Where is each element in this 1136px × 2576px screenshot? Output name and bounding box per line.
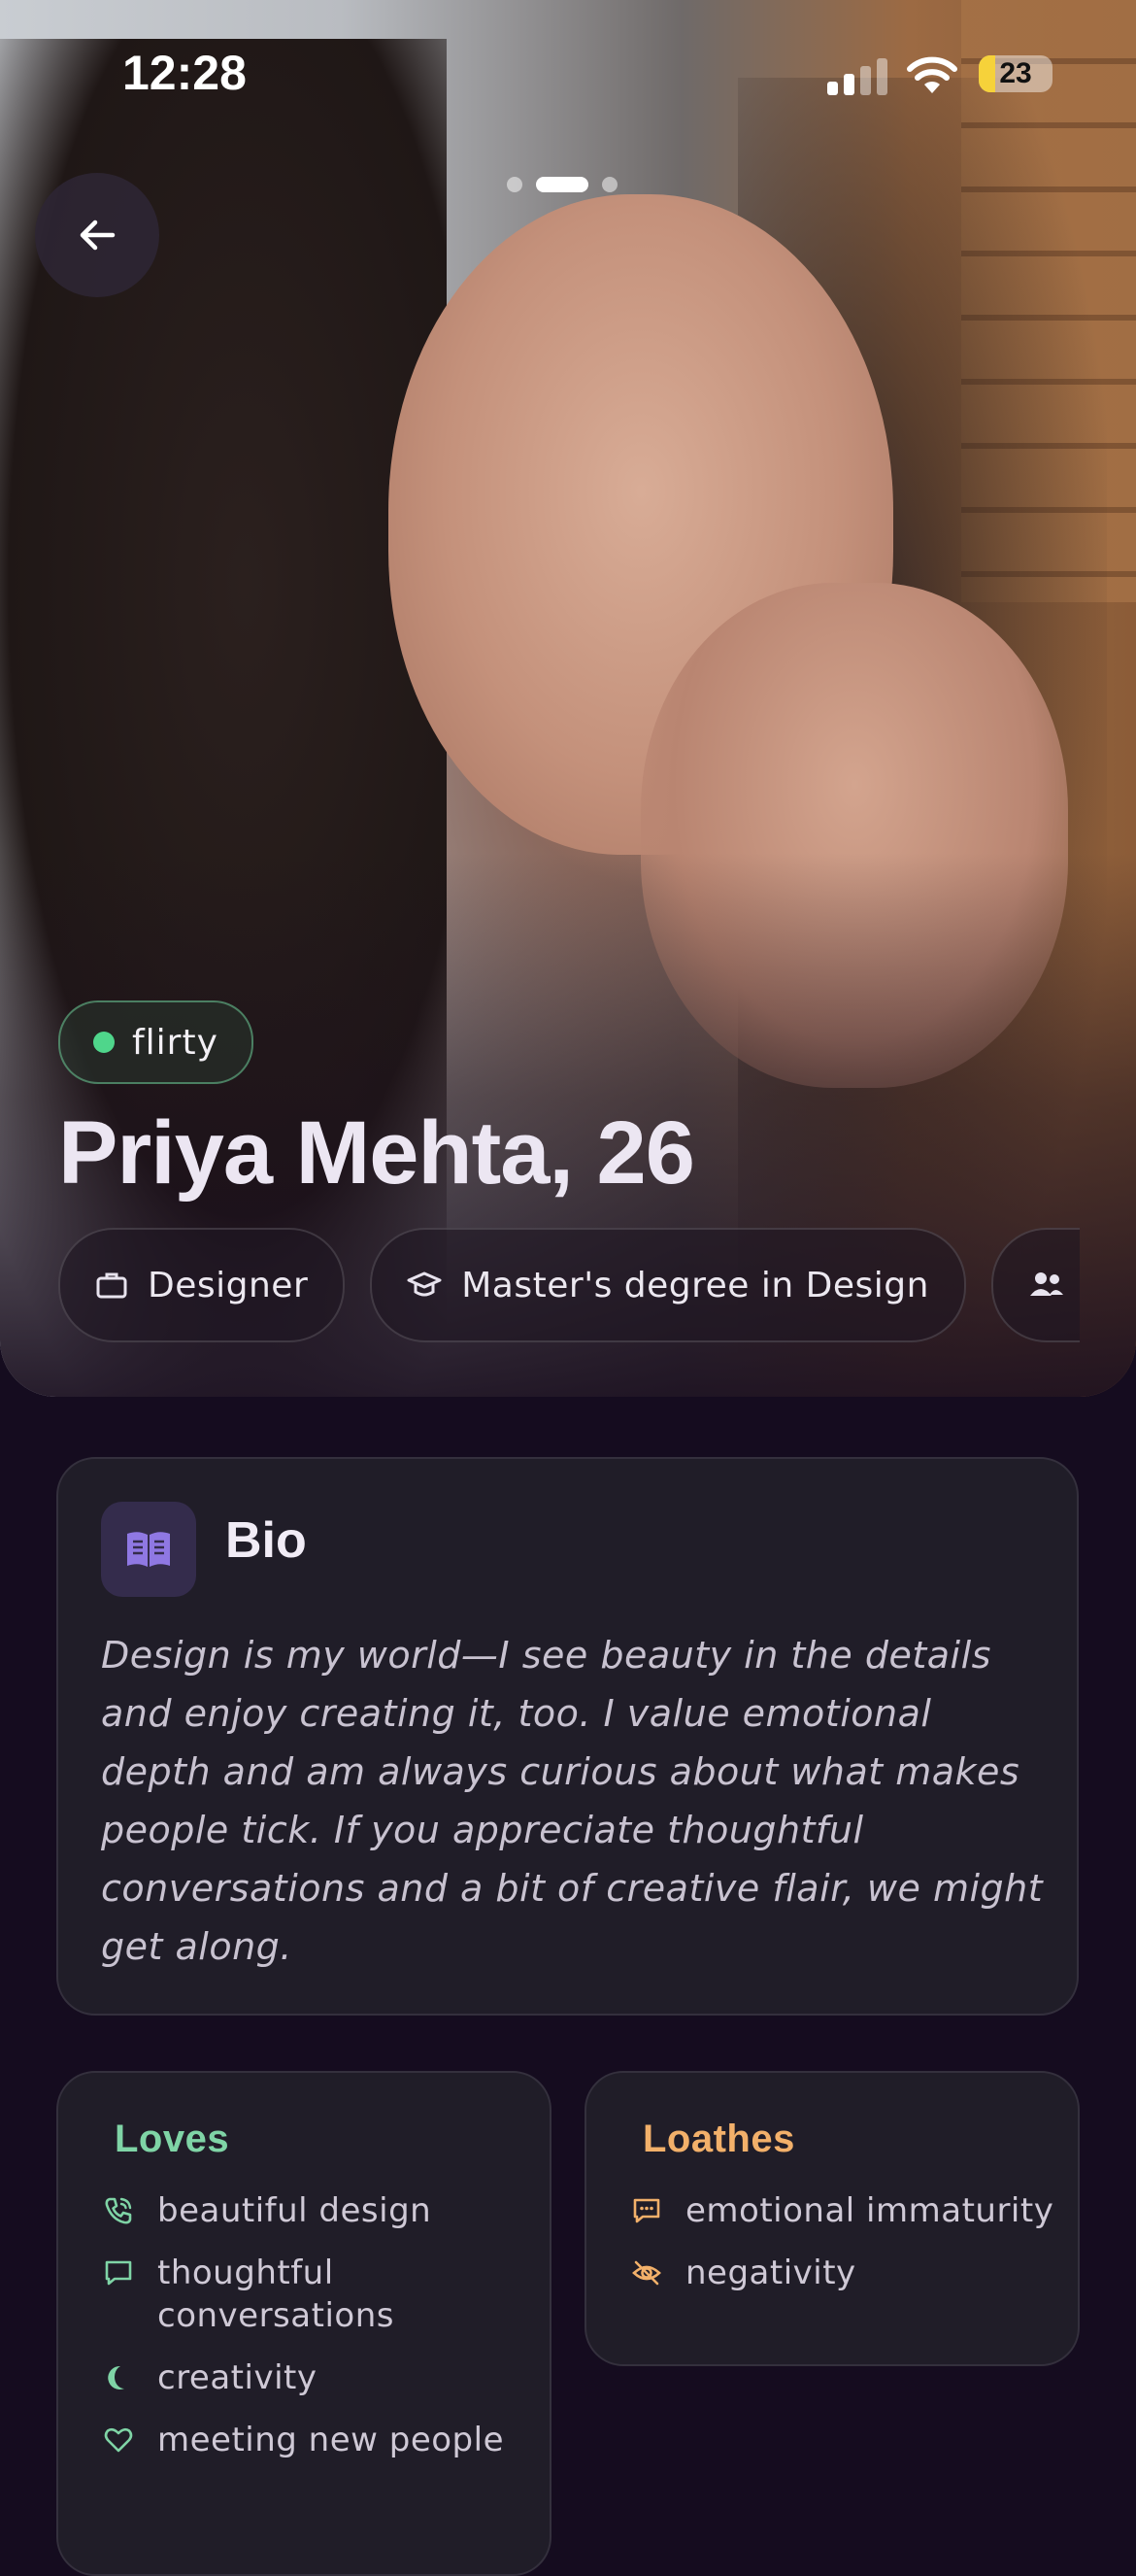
loves-list: beautiful design thoughtful conversation… xyxy=(101,2189,528,2481)
chip-occupation[interactable]: Designer xyxy=(58,1228,346,1342)
arrow-left-icon xyxy=(80,220,116,251)
loathes-list: emotional immaturity negativity xyxy=(629,2189,1056,2314)
list-item-label: meeting new people xyxy=(157,2421,505,2459)
list-item: thoughtful conversations xyxy=(101,2252,528,2337)
loves-title: Loves xyxy=(115,2118,230,2160)
pager-dot[interactable] xyxy=(507,177,522,192)
battery-icon: 23 xyxy=(979,55,1052,92)
phone-icon xyxy=(101,2189,136,2232)
loathes-title: Loathes xyxy=(643,2118,795,2160)
list-item: creativity xyxy=(101,2356,528,2399)
photo-pager[interactable] xyxy=(507,177,618,192)
chip-education[interactable]: Master's degree in Design xyxy=(370,1228,966,1342)
wifi-icon xyxy=(907,56,957,93)
status-time: 12:28 xyxy=(122,46,247,100)
mood-badge: flirty xyxy=(58,1000,253,1084)
loves-card: Loves beautiful design thoughtful conver… xyxy=(56,2071,551,2576)
chip-label: Designer xyxy=(148,1265,309,1305)
loathes-card: Loathes emotional immaturity negativity xyxy=(585,2071,1080,2366)
battery-percentage: 23 xyxy=(999,57,1032,89)
pager-dot-active[interactable] xyxy=(536,177,588,192)
back-button[interactable] xyxy=(35,173,159,297)
list-item-label: thoughtful conversations xyxy=(157,2254,394,2335)
list-item: meeting new people xyxy=(101,2419,528,2461)
chip-label: Master's degree in Design xyxy=(461,1265,929,1305)
bio-title: Bio xyxy=(225,1512,307,1569)
list-item-label: beautiful design xyxy=(157,2191,432,2230)
list-item-label: creativity xyxy=(157,2358,317,2397)
list-item: emotional immaturity xyxy=(629,2189,1056,2232)
mood-status-dot xyxy=(93,1032,115,1053)
status-bar: 12:28 23 xyxy=(0,0,1136,146)
list-item-label: negativity xyxy=(685,2254,856,2292)
profile-name: Priya Mehta, 26 xyxy=(58,1103,695,1203)
list-item: beautiful design xyxy=(101,2189,528,2232)
eye-off-icon xyxy=(629,2252,664,2294)
profile-info-chips[interactable]: Designer Master's degree in Design Fe xyxy=(58,1228,1080,1342)
cellular-signal-icon xyxy=(827,56,887,95)
book-icon xyxy=(101,1502,196,1597)
message-dots-icon xyxy=(629,2189,664,2232)
briefcase-icon xyxy=(96,1272,127,1299)
moon-icon xyxy=(101,2356,136,2399)
bio-text: Design is my world—I see beauty in the d… xyxy=(101,1634,1044,1968)
chip-gender[interactable]: Fe xyxy=(990,1228,1080,1342)
list-item-label: emotional immaturity xyxy=(685,2191,1054,2230)
heart-icon xyxy=(101,2419,136,2461)
bio-card: Bio Design is my world—I see beauty in t… xyxy=(56,1457,1079,2016)
list-item: negativity xyxy=(629,2252,1056,2294)
people-icon xyxy=(1029,1272,1063,1296)
mood-label: flirty xyxy=(132,1022,218,1063)
graduation-cap-icon xyxy=(407,1271,442,1297)
chat-bubble-icon xyxy=(101,2252,136,2294)
pager-dot[interactable] xyxy=(602,177,618,192)
